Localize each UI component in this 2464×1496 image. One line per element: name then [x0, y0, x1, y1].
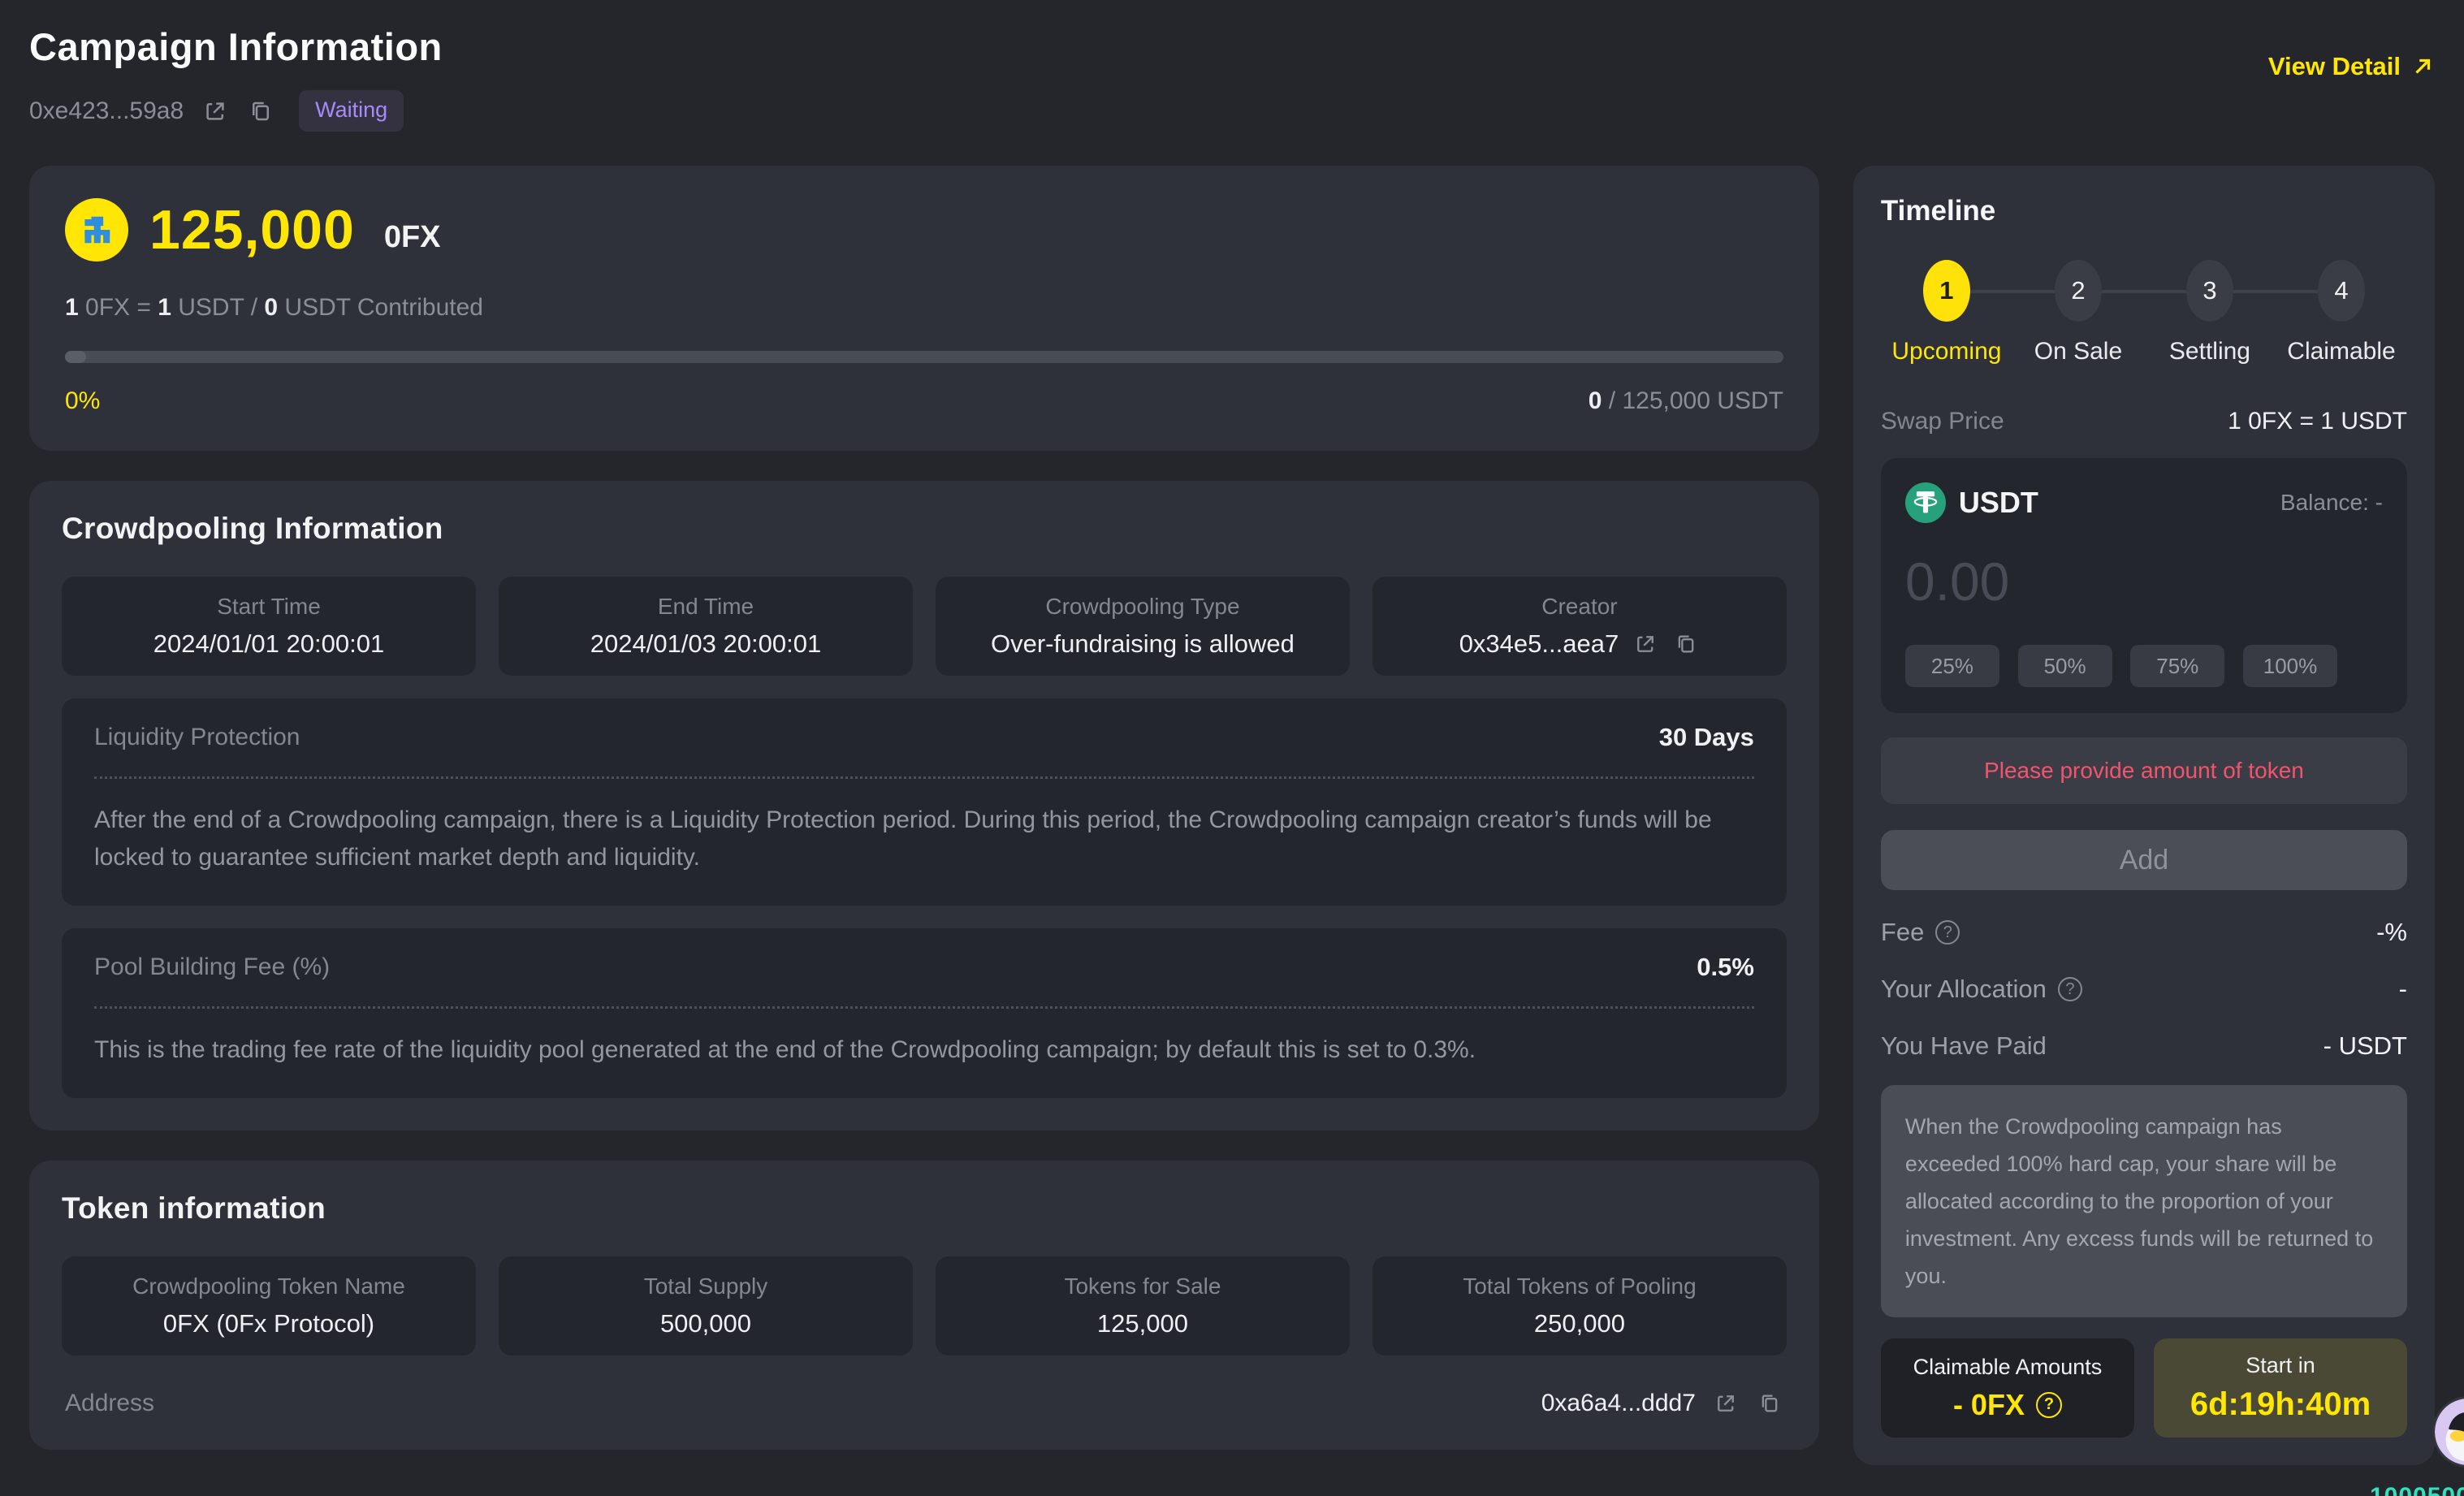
trade-sidebar: Timeline 1 Upcoming 2 On Sale 3 Settling… [1852, 166, 2435, 1465]
swap-price-value: 1 0FX = 1 USDT [2228, 408, 2407, 435]
paid-row: You Have Paid - USDT [1881, 1031, 2407, 1061]
usdt-icon [1904, 482, 1946, 523]
token-address-label: Address [65, 1390, 155, 1416]
dotted-divider [94, 776, 1754, 779]
progress-percent: 0% [65, 387, 101, 414]
field-token-name: Crowdpooling Token Name 0FX (0Fx Protoco… [62, 1256, 476, 1355]
percent-buttons: 25% 50% 75% 100% [1904, 645, 2383, 687]
token-logo-icon [65, 198, 128, 262]
pool-fee-label: Pool Building Fee (%) [94, 953, 331, 980]
percent-50-button[interactable]: 50% [2017, 645, 2112, 687]
liquidity-protection-label: Liquidity Protection [94, 724, 300, 750]
pay-token-symbol: USDT [1958, 486, 2038, 519]
sale-token-symbol: 0FX [383, 219, 441, 254]
field-tokens-for-sale: Tokens for Sale 125,000 [935, 1256, 1350, 1355]
percent-100-button[interactable]: 100% [2242, 645, 2337, 687]
view-detail-label: View Detail [2267, 52, 2401, 80]
campaign-page: Campaign Information 0xe423...59a8 Waiti… [0, 0, 2464, 1496]
fee-label: Fee [1880, 918, 1925, 946]
claimable-amounts-label: Claimable Amounts [1913, 1354, 2103, 1379]
paid-value: - USDT [2323, 1031, 2407, 1060]
liquidity-protection-value: 30 Days [1658, 723, 1754, 751]
external-link-icon[interactable] [201, 97, 229, 125]
timeline-heading: Timeline [1880, 195, 1996, 227]
creator-address: 0x34e5...aea7 [1459, 629, 1619, 658]
balance-label: Balance: - [2280, 490, 2383, 515]
campaign-address-row: 0xe423...59a8 Waiting [29, 90, 443, 132]
token-address-row: Address 0xa6a4...ddd7 [62, 1390, 1787, 1417]
percent-75-button[interactable]: 75% [2130, 645, 2225, 687]
field-end-time: End Time 2024/01/03 20:00:01 [498, 577, 913, 676]
view-detail-link[interactable]: View Detail [2268, 52, 2435, 81]
page-title: Campaign Information [29, 25, 443, 68]
fee-help-icon[interactable]: ? [1935, 920, 1960, 945]
timeline-step-on-sale: 2 On Sale [2012, 260, 2144, 365]
liquidity-protection-box: Liquidity Protection 30 Days After the e… [62, 698, 1787, 906]
swap-price-label: Swap Price [1880, 408, 2004, 435]
field-crowdpooling-type: Crowdpooling Type Over-fundraising is al… [935, 577, 1350, 676]
percent-25-button[interactable]: 25% [1904, 645, 1999, 687]
debug-number: 1000500 [2370, 1483, 2464, 1496]
claimable-help-icon[interactable]: ? [2035, 1391, 2062, 1418]
token-info-heading: Token information [62, 1191, 326, 1225]
add-button[interactable]: Add [1880, 830, 2407, 890]
progress-bar [65, 351, 1783, 363]
timeline-step-settling: 3 Settling [2144, 260, 2276, 365]
field-total-supply: Total Supply 500,000 [498, 1256, 913, 1355]
fee-row: Fee ? -% [1881, 918, 2407, 947]
field-start-time: Start Time 2024/01/01 20:00:01 [62, 577, 476, 676]
claimable-amounts-value: - 0FX [1952, 1387, 2025, 1421]
campaign-address: 0xe423...59a8 [29, 97, 184, 124]
liquidity-protection-description: After the end of a Crowdpooling campaign… [94, 806, 1712, 871]
pool-building-fee-box: Pool Building Fee (%) 0.5% This is the t… [62, 928, 1787, 1098]
fee-value: -% [2376, 918, 2407, 946]
timeline-steps: 1 Upcoming 2 On Sale 3 Settling 4 Claima… [1881, 260, 2407, 365]
arrow-up-right-icon [2415, 58, 2431, 74]
allocation-note: When the Crowdpooling campaign has excee… [1880, 1085, 2407, 1317]
start-in-label: Start in [2246, 1353, 2315, 1377]
allocation-value: - [2398, 975, 2407, 1003]
timeline-step-upcoming: 1 Upcoming [1881, 260, 2012, 365]
start-in-countdown: 6d:19h:40m [2190, 1386, 2371, 1422]
external-link-icon[interactable] [1712, 1390, 1740, 1417]
copy-icon[interactable] [247, 97, 274, 125]
allocation-row: Your Allocation ? - [1881, 975, 2407, 1004]
claimable-amounts-box: Claimable Amounts - 0FX ? [1880, 1338, 2134, 1438]
validation-message-box: Please provide amount of token [1880, 737, 2407, 805]
pool-fee-value: 0.5% [1697, 953, 1754, 981]
dotted-divider [94, 1006, 1754, 1009]
allocation-label: Your Allocation [1880, 975, 2047, 1003]
copy-icon[interactable] [1672, 630, 1700, 658]
page-header: Campaign Information 0xe423...59a8 Waiti… [29, 18, 2435, 132]
swap-price-row: Swap Price 1 0FX = 1 USDT [1881, 408, 2407, 435]
crowdpooling-card: Crowdpooling Information Start Time 2024… [29, 481, 1819, 1131]
validation-message: Please provide amount of token [1984, 758, 2304, 784]
allocation-help-icon[interactable]: ? [2057, 977, 2082, 1001]
overview-card: 125,000 0FX 1 0FX = 1 USDT / 0 USDT Cont… [29, 166, 1819, 451]
status-badge: Waiting [299, 90, 404, 132]
crowdpooling-heading: Crowdpooling Information [62, 512, 443, 545]
amount-input[interactable] [1904, 551, 2383, 612]
field-total-tokens-pooling: Total Tokens of Pooling 250,000 [1372, 1256, 1787, 1355]
timeline-step-claimable: 4 Claimable [2276, 260, 2407, 365]
start-in-box: Start in 6d:19h:40m [2153, 1338, 2408, 1438]
token-address: 0xa6a4...ddd7 [1541, 1390, 1696, 1416]
sale-amount: 125,000 [149, 199, 355, 261]
token-info-card: Token information Crowdpooling Token Nam… [29, 1161, 1819, 1450]
swap-rate-line: 1 0FX = 1 USDT / 0 USDT Contributed [65, 294, 483, 321]
field-creator: Creator 0x34e5...aea7 [1372, 577, 1787, 676]
progress-raised: 0 / 125,000 USDT [1588, 387, 1783, 414]
paid-label: You Have Paid [1880, 1031, 2047, 1060]
pool-fee-description: This is the trading fee rate of the liqu… [94, 1036, 1476, 1063]
copy-icon[interactable] [1756, 1390, 1783, 1417]
progress-fill [65, 351, 86, 363]
external-link-icon[interactable] [1632, 630, 1659, 658]
pay-amount-box: USDT Balance: - 25% 50% 75% 100% [1880, 458, 2407, 713]
